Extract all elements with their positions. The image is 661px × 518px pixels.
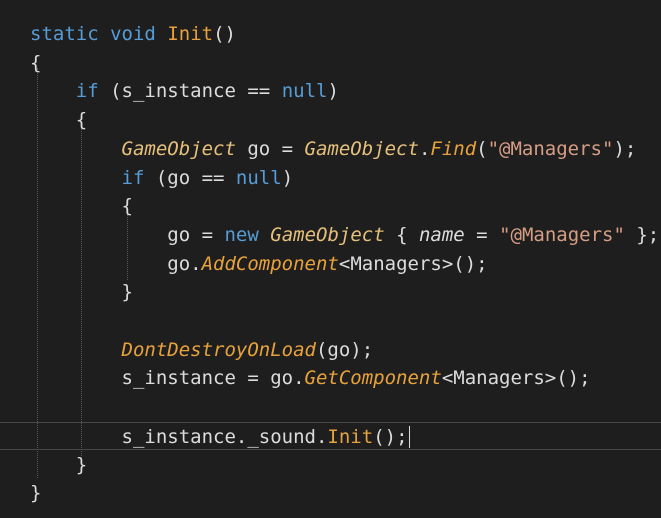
- code-token: .: [418, 137, 431, 160]
- code-token: Find: [430, 137, 477, 160]
- code-line-14[interactable]: [0, 393, 661, 422]
- code-line-16[interactable]: }: [0, 451, 661, 480]
- code-token: Init: [327, 425, 374, 448]
- code-token: }: [30, 453, 88, 476]
- code-token: if: [75, 80, 99, 103]
- code-token: (s_instance ==: [98, 80, 282, 103]
- code-token: DontDestroyOnLoad: [121, 338, 316, 361]
- code-editor[interactable]: static void Init(){ if (s_instance == nu…: [0, 0, 661, 518]
- code-token: s_instance = go.: [30, 367, 305, 390]
- code-token: {: [384, 223, 419, 246]
- code-token: "@Managers": [487, 137, 614, 160]
- code-token: GameObject: [304, 137, 419, 160]
- code-token: Init: [167, 23, 214, 45]
- code-token: go.: [30, 252, 202, 275]
- code-token: AddComponent: [201, 252, 339, 275]
- code-line-17[interactable]: }: [0, 479, 661, 508]
- code-line-15[interactable]: s_instance._sound.Init();: [0, 421, 661, 451]
- code-token: "@Managers": [499, 223, 625, 246]
- code-token: name: [418, 223, 465, 246]
- code-line-2[interactable]: {: [0, 49, 661, 78]
- code-token: (go ==: [144, 166, 236, 189]
- code-token: GetComponent: [304, 367, 442, 390]
- code-token: go =: [235, 137, 305, 160]
- code-token: (): [213, 23, 236, 45]
- code-token: GameObject: [121, 137, 236, 160]
- code-token: (go);: [315, 338, 374, 361]
- code-line-8[interactable]: go = new GameObject { name = "@Managers"…: [0, 221, 661, 250]
- code-token: if: [121, 166, 145, 189]
- code-token: GameObject: [270, 223, 385, 246]
- code-line-9[interactable]: go.AddComponent<Managers>();: [0, 250, 661, 279]
- code-line-10[interactable]: }: [0, 278, 661, 307]
- code-token: {: [30, 109, 88, 132]
- code-line-3[interactable]: if (s_instance == null): [0, 77, 661, 106]
- code-token: );: [613, 137, 637, 160]
- code-token: ): [281, 166, 294, 189]
- code-token: (: [476, 137, 488, 160]
- code-token: new: [224, 223, 259, 246]
- code-token: go =: [30, 223, 225, 246]
- code-line-13[interactable]: s_instance = go.GetComponent<Managers>()…: [0, 364, 661, 393]
- code-line-4[interactable]: {: [0, 106, 661, 135]
- code-token: {: [30, 195, 133, 218]
- text-cursor: [408, 426, 410, 449]
- code-token: ): [327, 80, 339, 103]
- code-token: <Managers>();: [338, 252, 488, 275]
- code-token: void: [110, 23, 156, 45]
- code-line-12[interactable]: DontDestroyOnLoad(go);: [0, 336, 661, 365]
- code-line-11[interactable]: [0, 307, 661, 336]
- code-line-1[interactable]: static void Init(): [0, 20, 661, 49]
- code-token: ();: [373, 425, 408, 448]
- code-token: };: [624, 223, 660, 246]
- code-token: =: [464, 223, 500, 246]
- code-token: static: [30, 23, 99, 45]
- code-token: <Managers>();: [441, 367, 591, 390]
- code-line-7[interactable]: {: [0, 192, 661, 221]
- code-line-6[interactable]: if (go == null): [0, 164, 661, 193]
- code-token: s_instance._sound.: [30, 425, 328, 448]
- code-line-5[interactable]: GameObject go = GameObject.Find("@Manage…: [0, 135, 661, 164]
- code-token: null: [281, 80, 328, 103]
- code-token: null: [235, 166, 282, 189]
- code-token: {: [30, 51, 42, 74]
- code-token: }: [30, 482, 42, 505]
- code-token: }: [30, 281, 133, 304]
